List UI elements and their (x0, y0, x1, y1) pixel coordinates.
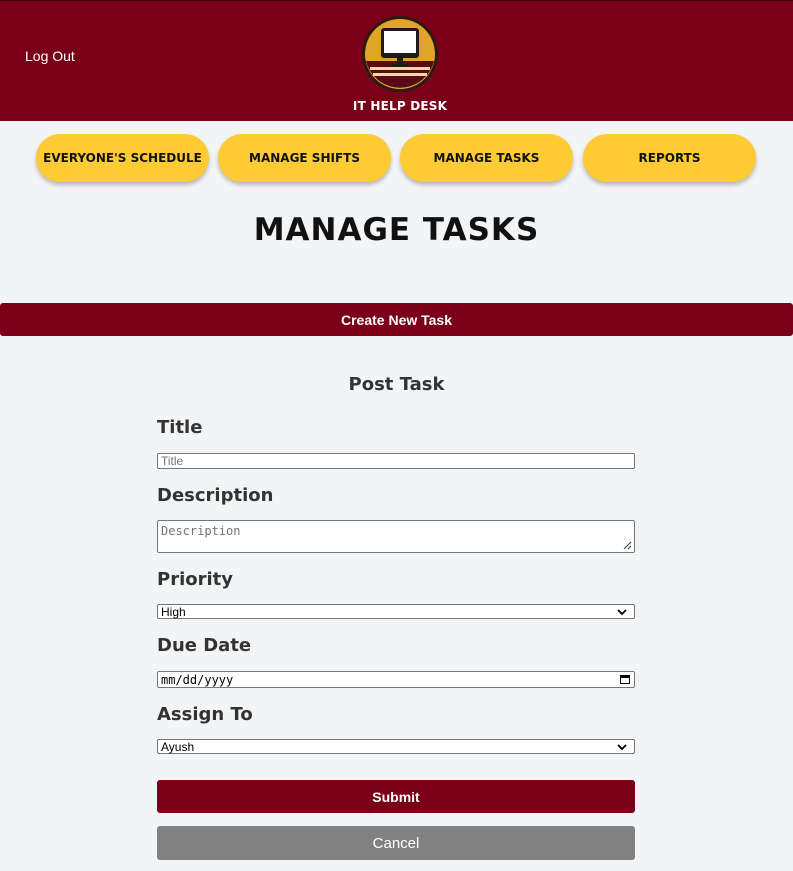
title-placeholder: Title (161, 454, 184, 468)
priority-select[interactable]: High (157, 604, 635, 619)
app-header: Log Out IT HELP DESK (0, 0, 793, 121)
description-label: Description (157, 485, 274, 506)
nav-reports[interactable]: REPORTS (583, 134, 756, 182)
title-label: Title (157, 417, 203, 438)
nav-manage-shifts[interactable]: MANAGE SHIFTS (218, 134, 391, 182)
cancel-button[interactable]: Cancel (157, 826, 635, 860)
assign-to-select[interactable]: Ayush (157, 739, 635, 754)
main-nav: EVERYONE'S SCHEDULE MANAGE SHIFTS MANAGE… (0, 134, 793, 182)
due-date-placeholder: mm/dd/yyyy (161, 673, 234, 687)
priority-label: Priority (157, 569, 233, 590)
brand-text: IT HELP DESK (352, 99, 448, 113)
computer-monitor-icon[interactable] (361, 15, 439, 93)
chevron-down-icon (617, 743, 627, 750)
due-date-label: Due Date (157, 635, 252, 656)
assign-to-label: Assign To (157, 704, 253, 725)
title-input[interactable]: Title (157, 453, 635, 469)
logout-link[interactable]: Log Out (25, 48, 75, 64)
nav-manage-tasks[interactable]: MANAGE TASKS (400, 134, 573, 182)
form-heading: Post Task (348, 374, 445, 395)
nav-everyones-schedule[interactable]: EVERYONE'S SCHEDULE (36, 134, 209, 182)
page-title: MANAGE TASKS (253, 212, 540, 248)
create-new-task-button[interactable]: Create New Task (0, 303, 793, 336)
resize-handle-icon[interactable] (622, 540, 632, 550)
priority-value: High (161, 604, 186, 619)
chevron-down-icon (617, 608, 627, 615)
assign-to-value: Ayush (161, 739, 195, 754)
description-placeholder: Description (161, 524, 241, 538)
description-textarea[interactable]: Description (157, 520, 635, 553)
submit-button[interactable]: Submit (157, 780, 635, 813)
due-date-input[interactable]: mm/dd/yyyy (157, 671, 635, 688)
calendar-icon[interactable] (620, 674, 630, 684)
